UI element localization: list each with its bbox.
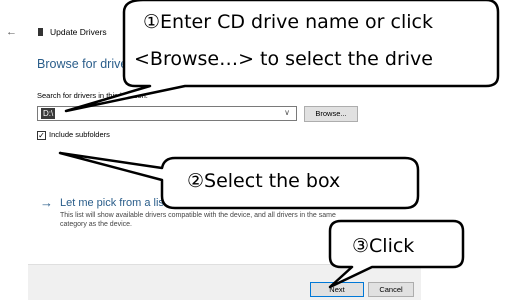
callout-1-line-1: ①Enter CD drive name or click <box>143 11 433 33</box>
device-icon <box>38 28 43 36</box>
chevron-down-icon[interactable]: ∨ <box>284 108 290 117</box>
next-button[interactable]: Next <box>310 282 364 297</box>
path-value: D:\ <box>41 108 56 119</box>
path-combo-box[interactable]: D:\ ∨ <box>37 106 297 121</box>
search-location-label: Search for drivers in this location: <box>37 91 148 100</box>
callout-3-text: ③Click <box>352 235 415 257</box>
cancel-button[interactable]: Cancel <box>368 282 414 297</box>
callout-2-text: ②Select the box <box>187 170 341 192</box>
browse-button[interactable]: Browse... <box>304 106 358 122</box>
checkmark-icon: ✓ <box>38 131 45 140</box>
back-arrow-icon[interactable]: ← <box>6 26 17 38</box>
pick-from-list-description: This list will show available drivers co… <box>60 212 336 228</box>
include-subfolders-label: Include subfolders <box>49 130 110 139</box>
right-arrow-icon[interactable]: → <box>40 195 53 210</box>
include-subfolders-checkbox[interactable]: ✓ <box>37 131 46 140</box>
window-title: Update Drivers <box>50 27 107 37</box>
pick-from-list-link[interactable]: Let me pick from a list of available dri… <box>60 197 344 209</box>
callout-1-line-2: <Browse…> to select the drive <box>134 48 433 70</box>
